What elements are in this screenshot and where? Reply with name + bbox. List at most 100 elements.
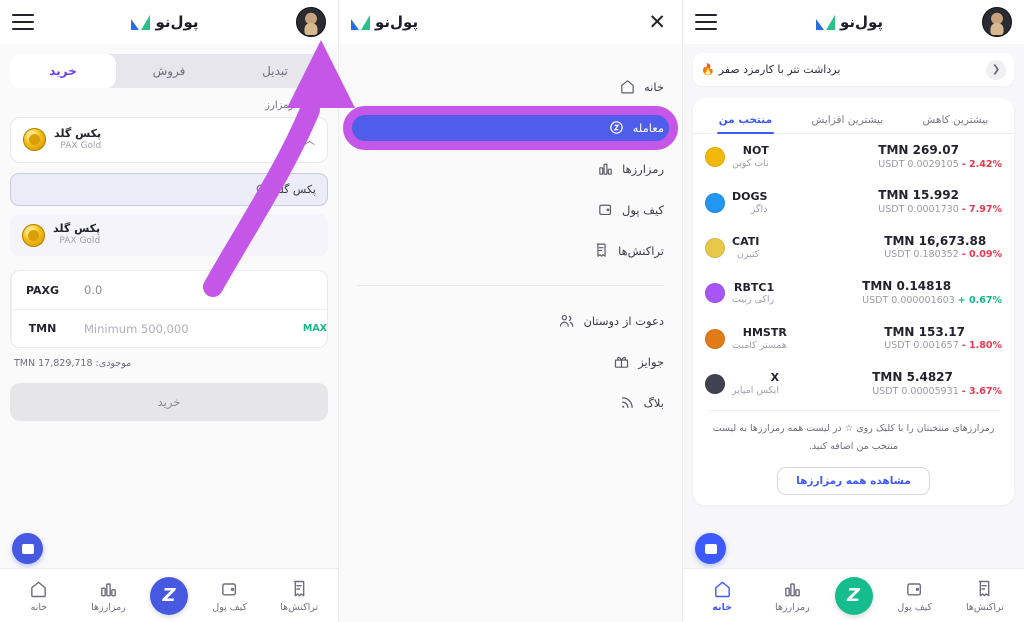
trade-tab-2[interactable]: خرید (10, 54, 116, 88)
logo-mountain-icon (351, 14, 370, 30)
coin-pricing: TMN 0.14818 USDT 0.000001603 + 0.67% (862, 279, 1002, 307)
coin-symbol: X (770, 371, 780, 385)
coin-icon-not (705, 147, 725, 168)
hamburger-menu-button[interactable] (695, 14, 717, 30)
menu-item-label: معامله (632, 120, 664, 135)
nav-item-3[interactable]: رمزارزها (764, 579, 820, 613)
app-logo: پول‌نو (351, 13, 418, 31)
coin-option[interactable]: پکس گلد PAX Gold (10, 214, 328, 256)
amount-fields: PAXG 0.0 TMN Minimum 500,000 MAX (10, 270, 328, 348)
menu-item-0[interactable]: خانه (339, 66, 682, 107)
nav-item-0[interactable]: تراکنش‌ها (271, 579, 327, 613)
coin-search-input[interactable]: پکس گلد (10, 173, 328, 206)
support-chat-button[interactable] (12, 533, 43, 564)
coin-identity: NOT نات کوین (705, 144, 769, 170)
menu-item-label: بلاگ (643, 395, 664, 410)
coin-change: - 2.42% (961, 158, 1002, 170)
support-chat-button[interactable] (695, 533, 726, 564)
search-icon (256, 184, 267, 195)
wallet-icon (597, 201, 614, 218)
coin-price-tmn: TMN 15.992 (878, 188, 959, 203)
coin-pricing: TMN 269.07 USDT 0.0029105 - 2.42% (878, 143, 1002, 171)
selected-coin: پکس گلد PAX Gold (23, 127, 101, 153)
max-button[interactable]: MAX (292, 323, 327, 334)
market-tab-0[interactable]: بیشترین کاهش (921, 110, 991, 133)
bottom-navigation-right: تراکنش‌ها کیف پول Z رمزارزها خانه (0, 568, 338, 622)
nav-item-0[interactable]: تراکنش‌ها (957, 579, 1013, 613)
amount-input[interactable]: 0.0 (73, 283, 327, 297)
amount-row-paxg: PAXG 0.0 (11, 271, 327, 309)
selected-coin-name-fa: پکس گلد (54, 127, 102, 140)
coin-names: RBTC1 راکی ربیت (732, 281, 774, 307)
hamburger-menu-button[interactable] (12, 14, 34, 30)
chat-icon (704, 543, 717, 554)
menu-item-4[interactable]: تراکنش‌ها (339, 230, 682, 271)
menu-secondary-item-2[interactable]: بلاگ (339, 382, 682, 423)
trade-tab-0[interactable]: تبدیل (222, 54, 328, 88)
nav-item-4[interactable]: خانه (11, 579, 67, 613)
coin-icon-hmstr (705, 328, 725, 349)
coin-row[interactable]: TMN 269.07 USDT 0.0029105 - 2.42% NOT نا… (693, 134, 1014, 179)
coin-row[interactable]: TMN 0.14818 USDT 0.000001603 + 0.67% RBT… (693, 270, 1014, 315)
menu-secondary-item-1[interactable]: جوایز (339, 341, 682, 382)
banner-prev-button[interactable]: ❮ (986, 59, 1006, 80)
nav-item-1[interactable]: کیف پول (202, 579, 258, 613)
coin-icon-x (705, 374, 725, 395)
market-tab-2[interactable]: منتخب من (716, 110, 775, 134)
market-tabs: بیشترین کاهش بیشترین افزایش منتخب من (693, 104, 1014, 134)
nav-item-4[interactable]: خانه (694, 579, 750, 613)
menu-secondary-item-0[interactable]: دعوت از دوستان (339, 300, 682, 341)
trade-mode-tabs: تبدیل فروش خرید (10, 54, 328, 88)
nav-item-label: خانه (30, 601, 48, 613)
coin-pricing: TMN 15.992 USDT 0.0001730 - 7.97% (878, 188, 1002, 216)
menu-item-label: خانه (644, 79, 664, 94)
coin-row[interactable]: TMN 15.992 USDT 0.0001730 - 7.97% DOGS د… (693, 179, 1014, 224)
coin-select[interactable]: ︿ پکس گلد PAX Gold (10, 117, 328, 163)
coin-change: - 7.97% (961, 204, 1002, 215)
wallet-icon (904, 579, 925, 599)
submit-buy-button[interactable]: خرید (10, 383, 328, 421)
coin-price-usdt: USDT 0.0029105 - 2.42% (878, 158, 1002, 170)
coin-row[interactable]: TMN 153.17 USDT 0.001657 - 1.80% HMSTR ه… (693, 316, 1014, 361)
nav-item-label: رمزارزها (91, 601, 126, 613)
nav-item-1[interactable]: کیف پول (887, 579, 943, 613)
coin-name-fa: نات کوین (732, 158, 769, 170)
coin-names: NOT نات کوین (732, 144, 769, 170)
coin-price-usdt: USDT 0.180352 - 0.09% (884, 249, 1002, 261)
trade-tab-1[interactable]: فروش (116, 54, 222, 88)
fire-icon: 🔥 (701, 63, 715, 76)
avatar[interactable] (296, 7, 326, 37)
amount-row-tmn: TMN Minimum 500,000 MAX (11, 309, 327, 347)
app-logo: پول‌نو (131, 13, 199, 31)
amount-input[interactable]: Minimum 500,000 (73, 322, 292, 336)
receipt-icon (974, 579, 995, 599)
coin-list: TMN 269.07 USDT 0.0029105 - 2.42% NOT نا… (693, 134, 1014, 406)
screenshot-stage: پول‌نو ❮ برداشت تتر با کارمزد صفر 🔥 بیشت… (0, 0, 1024, 622)
menu-item-2[interactable]: رمزارزها (339, 148, 682, 189)
nav-item-label: رمزارزها (775, 601, 810, 613)
menu-item-1[interactable]: معامله (339, 105, 682, 150)
brand-z-icon[interactable]: Z (150, 576, 189, 615)
coin-name-fa: کتیزن (736, 248, 760, 260)
menu-item-label: تراکنش‌ها (618, 243, 664, 258)
gift-icon (613, 353, 630, 370)
nav-item-label: خانه (712, 601, 733, 613)
see-all-coins-button[interactable]: مشاهده همه رمزارزها (777, 466, 930, 495)
right-panel-trade: پول‌نو تبدیل فروش خرید انتخاب رمزارز ︿ پکس… (0, 0, 338, 622)
promo-banner[interactable]: ❮ برداشت تتر با کارمزد صفر 🔥 (693, 53, 1014, 86)
market-tab-1[interactable]: بیشترین افزایش (809, 110, 885, 133)
coin-icon-cati (705, 238, 725, 259)
nav-item-3[interactable]: رمزارزها (80, 579, 136, 613)
highlight-annotation (343, 105, 678, 150)
brand-z-icon[interactable]: Z (834, 576, 873, 615)
logo-text: پول‌نو (839, 13, 884, 31)
coin-row[interactable]: TMN 5.4827 USDT 0.00005931 - 3.67% X ایک… (693, 361, 1014, 406)
market-card: بیشترین کاهش بیشترین افزایش منتخب من TMN 2… (693, 98, 1014, 505)
menu-item-label: جوایز (638, 354, 664, 369)
avatar[interactable] (982, 7, 1012, 37)
nav-item-label: کیف پول (212, 601, 247, 613)
menu-item-3[interactable]: کیف پول (339, 189, 682, 230)
coin-row[interactable]: TMN 16,673.88 USDT 0.180352 - 0.09% CATI… (693, 225, 1014, 270)
coin-price-usdt: USDT 0.000001603 + 0.67% (862, 294, 1002, 306)
close-icon[interactable]: ✕ (644, 10, 670, 35)
